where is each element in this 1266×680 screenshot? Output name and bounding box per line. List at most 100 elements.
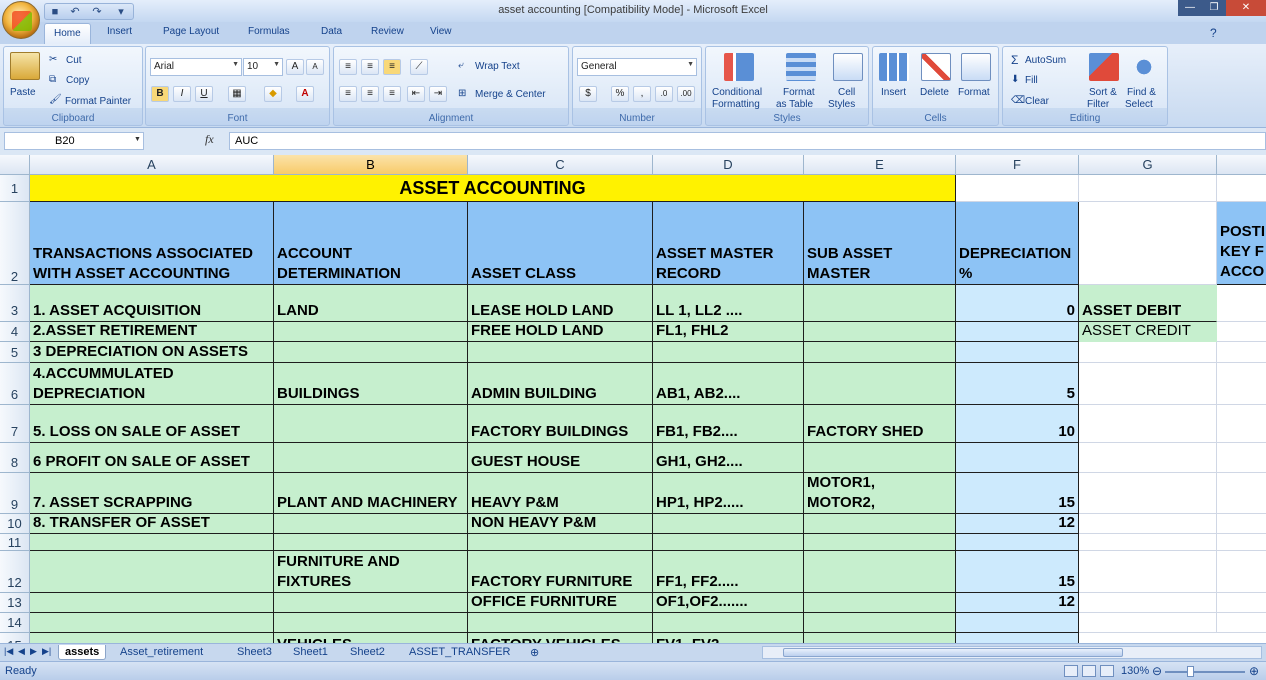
format-cells-icon[interactable] — [961, 53, 991, 81]
conditional-formatting-icon[interactable] — [724, 53, 754, 81]
normal-view-icon[interactable] — [1064, 665, 1078, 677]
cell-c4[interactable]: FREE HOLD LAND — [468, 322, 653, 342]
sheet-tab-asset-retirement[interactable]: Asset_retirement — [114, 645, 209, 659]
increase-decimal-icon[interactable]: .0 — [655, 86, 673, 102]
sheet-tab-asset-transfer[interactable]: ASSET_TRANSFER — [403, 645, 516, 659]
sheet-tab-assets[interactable]: assets — [58, 645, 107, 660]
cell-a15[interactable] — [30, 633, 274, 643]
sheet-tab-sheet1[interactable]: Sheet1 — [287, 645, 334, 659]
tab-home[interactable]: Home — [44, 23, 91, 45]
horizontal-scroll-thumb[interactable] — [783, 648, 1123, 657]
cell-e8[interactable] — [804, 443, 956, 473]
cell-a7[interactable]: 5. LOSS ON SALE OF ASSET — [30, 405, 274, 443]
cell[interactable] — [1079, 363, 1217, 405]
row-header[interactable]: 9 — [0, 473, 30, 514]
italic-button[interactable]: I — [173, 86, 191, 102]
column-header-d[interactable]: D — [653, 155, 804, 175]
undo-icon[interactable]: ↶ — [69, 6, 81, 18]
cell-f13[interactable]: 12 — [956, 593, 1079, 613]
delete-cells-icon[interactable] — [921, 53, 951, 81]
row-header[interactable]: 1 — [0, 175, 30, 202]
row-header[interactable]: 6 — [0, 363, 30, 405]
cell[interactable] — [1217, 613, 1266, 633]
zoom-slider[interactable] — [1165, 671, 1245, 673]
worksheet-grid[interactable]: A B C D E F G 1 2 3 4 5 6 7 8 9 10 11 12… — [0, 155, 1266, 643]
tab-data[interactable]: Data — [321, 26, 342, 37]
cell-f11[interactable] — [956, 534, 1079, 551]
sort-filter-icon[interactable] — [1089, 53, 1119, 81]
row-header[interactable]: 15 — [0, 633, 30, 643]
cell-a13[interactable] — [30, 593, 274, 613]
tab-view[interactable]: View — [430, 26, 452, 37]
cell[interactable] — [1079, 342, 1217, 363]
wrap-text-button[interactable]: Wrap Text — [475, 61, 520, 72]
cell-a12[interactable] — [30, 551, 274, 593]
cell-c9[interactable]: HEAVY P&M — [468, 473, 653, 514]
prev-sheet-icon[interactable]: ◀ — [18, 646, 25, 657]
zoom-level[interactable]: 130% — [1121, 665, 1149, 677]
cell-d13[interactable]: OF1,OF2....... — [653, 593, 804, 613]
header-account-determination[interactable]: ACCOUNT DETERMINATION — [274, 202, 468, 285]
cell[interactable] — [1217, 405, 1266, 443]
row-header[interactable]: 12 — [0, 551, 30, 593]
row-header[interactable]: 3 — [0, 285, 30, 322]
cell-a9[interactable]: 7. ASSET SCRAPPING — [30, 473, 274, 514]
cell-a3[interactable]: 1. ASSET ACQUISITION — [30, 285, 274, 322]
cell-a5[interactable]: 3 DEPRECIATION ON ASSETS — [30, 342, 274, 363]
insert-cells-button[interactable]: Insert — [881, 87, 906, 98]
cell-c5[interactable] — [468, 342, 653, 363]
cell-b13[interactable] — [274, 593, 468, 613]
row-header[interactable]: 14 — [0, 613, 30, 633]
fill-color-icon[interactable]: ◆ — [264, 86, 282, 102]
format-as-table-line2[interactable]: as Table — [776, 99, 813, 110]
cell[interactable] — [1079, 175, 1217, 202]
cell-f7[interactable]: 10 — [956, 405, 1079, 443]
cell-f10[interactable]: 12 — [956, 514, 1079, 534]
insert-sheet-icon[interactable]: ⊕ — [524, 645, 545, 660]
cell-a8[interactable]: 6 PROFIT ON SALE OF ASSET — [30, 443, 274, 473]
column-header-e[interactable]: E — [804, 155, 956, 175]
cell-e6[interactable] — [804, 363, 956, 405]
cell-e9[interactable]: MOTOR1, MOTOR2, — [804, 473, 956, 514]
cell-styles-line2[interactable]: Styles — [828, 99, 855, 110]
cell-d3[interactable]: LL 1, LL2 .... — [653, 285, 804, 322]
column-header-h[interactable] — [1217, 155, 1266, 175]
cell-d12[interactable]: FF1, FF2..... — [653, 551, 804, 593]
cell-styles-icon[interactable] — [833, 53, 863, 81]
sort-filter-line1[interactable]: Sort & — [1089, 87, 1117, 98]
cell-b15[interactable]: VEHICLES — [274, 633, 468, 643]
font-name-combo[interactable]: Arial ▼ — [150, 58, 242, 76]
font-size-combo[interactable]: 10 ▼ — [243, 58, 283, 76]
cell-d5[interactable] — [653, 342, 804, 363]
office-button[interactable] — [2, 1, 40, 39]
cut-button[interactable]: Cut — [66, 55, 82, 66]
cell[interactable] — [1079, 202, 1217, 285]
column-header-a[interactable]: A — [30, 155, 274, 175]
close-button[interactable]: ✕ — [1226, 0, 1266, 16]
row-header[interactable]: 8 — [0, 443, 30, 473]
align-bottom-icon[interactable]: ≡ — [383, 59, 401, 75]
header-posting-key[interactable]: POSTI KEY F ACCO — [1217, 202, 1266, 285]
bold-button[interactable]: B — [151, 86, 169, 102]
shrink-font-button[interactable]: A — [306, 59, 324, 75]
first-sheet-icon[interactable]: |◀ — [4, 646, 13, 657]
help-icon[interactable]: ? — [1210, 26, 1217, 40]
zoom-slider-handle[interactable] — [1187, 666, 1194, 677]
cell-c12[interactable]: FACTORY FURNITURE — [468, 551, 653, 593]
orientation-icon[interactable]: ⟋ — [410, 59, 428, 75]
next-sheet-icon[interactable]: ▶ — [30, 646, 37, 657]
tab-formulas[interactable]: Formulas — [248, 26, 290, 37]
cell-b12[interactable]: FURNITURE AND FIXTURES — [274, 551, 468, 593]
cell-c13[interactable]: OFFICE FURNITURE — [468, 593, 653, 613]
minimize-button[interactable]: — — [1178, 0, 1202, 16]
customize-qat-icon[interactable]: ▾ — [115, 6, 127, 18]
cell[interactable] — [1079, 534, 1217, 551]
row-header[interactable]: 7 — [0, 405, 30, 443]
autosum-button[interactable]: AutoSum — [1025, 55, 1066, 66]
grow-font-button[interactable]: A — [286, 59, 304, 75]
increase-indent-icon[interactable]: ⇥ — [429, 86, 447, 102]
header-sub-asset-master[interactable]: SUB ASSET MASTER — [804, 202, 956, 285]
cell-c6[interactable]: ADMIN BUILDING — [468, 363, 653, 405]
cell-b11[interactable] — [274, 534, 468, 551]
cell[interactable] — [1217, 342, 1266, 363]
